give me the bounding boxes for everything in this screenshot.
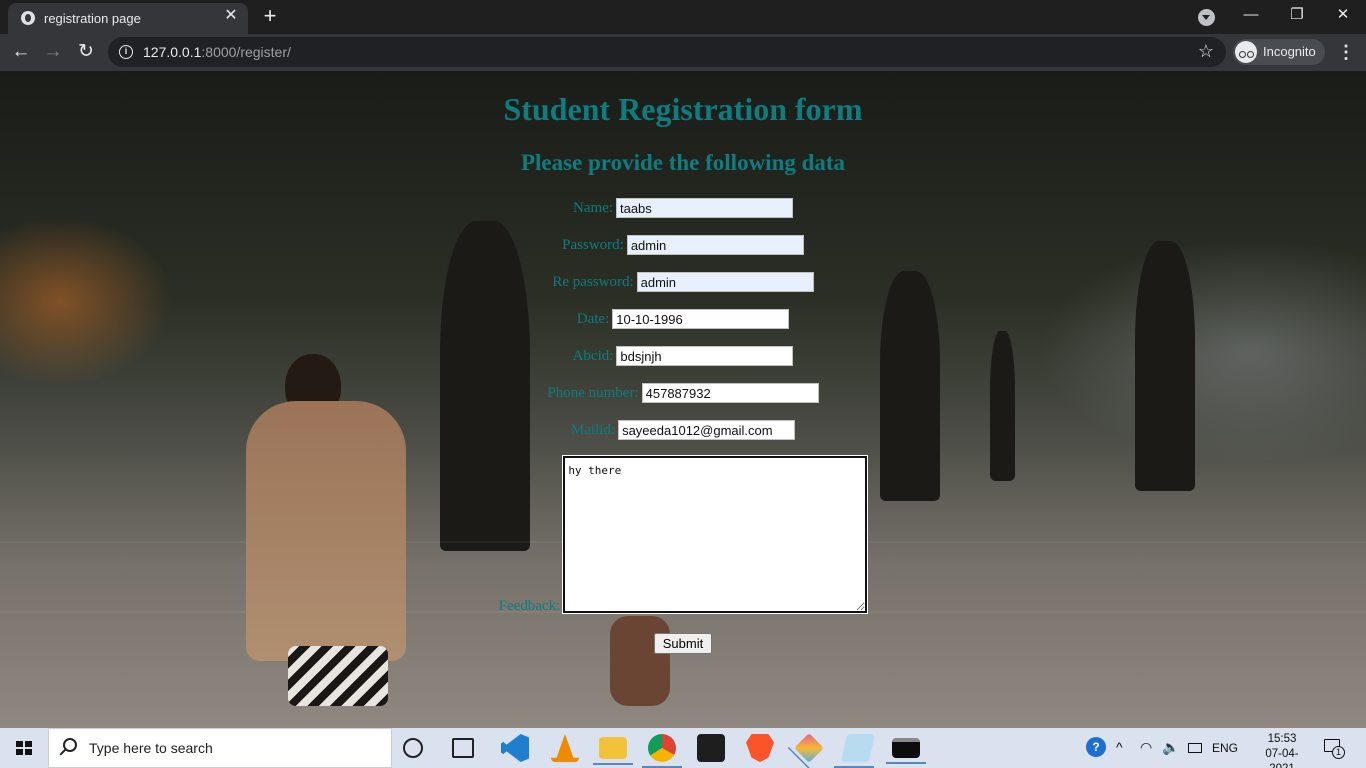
terminal-icon[interactable] [886,738,926,764]
start-button[interactable] [0,728,48,768]
vlc-icon[interactable] [551,734,579,762]
forward-arrow-icon[interactable]: → [40,40,66,66]
incognito-badge[interactable]: Incognito [1233,39,1325,65]
feedback-label: Feedback: [498,598,561,614]
vscode-icon[interactable] [501,734,529,762]
browser-tab-strip: registration page ✕ + — ❐ ✕ [0,0,1366,34]
phone-row: Phone number: [0,383,1366,403]
name-input[interactable] [615,198,793,218]
taskbar-search[interactable]: Type here to search [48,728,392,768]
restore-button[interactable]: ❐ [1274,0,1320,32]
url-text[interactable]: 127.0.0.1:8000/register/ [143,44,291,60]
mailid-input[interactable] [618,420,796,440]
windows-icon [16,741,32,755]
bookmark-star-icon[interactable]: ☆ [1198,41,1214,62]
task-view-icon[interactable] [452,738,474,758]
page-title: Student Registration form [503,91,863,127]
site-info-icon[interactable]: i [119,45,133,59]
url-host: 127.0.0.1 [143,44,202,60]
page-viewport: Student Registration form Please provide… [0,71,1366,728]
reload-icon[interactable]: ↻ [73,40,99,66]
sticky-app-icon[interactable] [841,734,875,762]
cortana-icon[interactable] [403,738,423,758]
repassword-label: Re password: [552,273,634,290]
search-icon [63,738,77,752]
incognito-label: Incognito [1263,44,1316,59]
address-bar[interactable]: i 127.0.0.1:8000/register/ ☆ [108,37,1226,67]
gitkraken-icon[interactable] [794,733,824,763]
notification-badge: 1 [1332,746,1345,759]
browser-menu-icon[interactable]: ⋮ [1337,40,1355,64]
date-label: Date: [576,310,610,327]
page-subtitle: Please provide the following data [520,150,846,175]
new-tab-button[interactable]: + [258,5,282,29]
tab-close-icon[interactable]: ✕ [222,7,240,25]
taskbar-clock[interactable]: 15:53 07-04-2021 [1256,732,1308,768]
phone-label: Phone number: [547,384,639,401]
mailid-label: Mailid: [570,421,616,438]
battery-icon[interactable] [1188,743,1202,753]
wifi-icon[interactable]: ◠ [1140,739,1152,768]
phone-input[interactable] [641,383,819,403]
chrome-icon[interactable] [642,734,682,768]
tab-title: registration page [44,11,141,26]
close-window-button[interactable]: ✕ [1320,0,1366,32]
clock-time: 15:53 [1267,733,1297,745]
abcid-label: Abcid: [572,347,614,364]
figma-icon[interactable] [697,734,725,762]
date-row: Date: [0,309,1366,329]
repassword-row: Re password: [0,272,1366,292]
name-label: Name: [573,199,613,216]
feedback-row: Feedback: hy there [0,455,1366,614]
notification-center[interactable]: 1 [1322,736,1345,759]
url-path: :8000/register/ [201,44,291,60]
file-explorer-icon[interactable] [593,737,633,765]
mailid-row: Mailid: [0,420,1366,440]
password-input[interactable] [626,235,804,255]
name-row: Name: [0,198,1366,218]
chevron-up-icon[interactable]: ^ [1116,739,1123,768]
repassword-input[interactable] [636,272,814,292]
brave-icon[interactable] [746,734,774,762]
feedback-textarea[interactable]: hy there [562,455,869,614]
language-indicator[interactable]: ENG [1212,741,1238,768]
password-row: Password: [0,235,1366,255]
password-label: Password: [562,236,624,253]
tab-search-icon[interactable] [1198,9,1215,26]
incognito-icon [1235,41,1257,63]
taskbar: Type here to search ? ^ ◠ 🔈 ENG 15:53 07… [0,728,1366,768]
date-input[interactable] [612,309,790,329]
minimize-button[interactable]: — [1228,0,1274,32]
search-placeholder: Type here to search [89,740,213,756]
clock-date: 07-04-2021 [1265,748,1299,768]
abcid-row: Abcid: [0,346,1366,366]
volume-icon[interactable]: 🔈 [1162,739,1179,768]
browser-tab[interactable]: registration page ✕ [8,3,248,34]
abcid-input[interactable] [616,346,794,366]
submit-button[interactable]: Submit [654,633,712,654]
help-icon[interactable]: ? [1086,737,1106,757]
back-arrow-icon[interactable]: ← [8,40,34,66]
browser-toolbar: ← → ↻ i 127.0.0.1:8000/register/ ☆ Incog… [0,34,1366,71]
globe-icon [21,11,35,25]
